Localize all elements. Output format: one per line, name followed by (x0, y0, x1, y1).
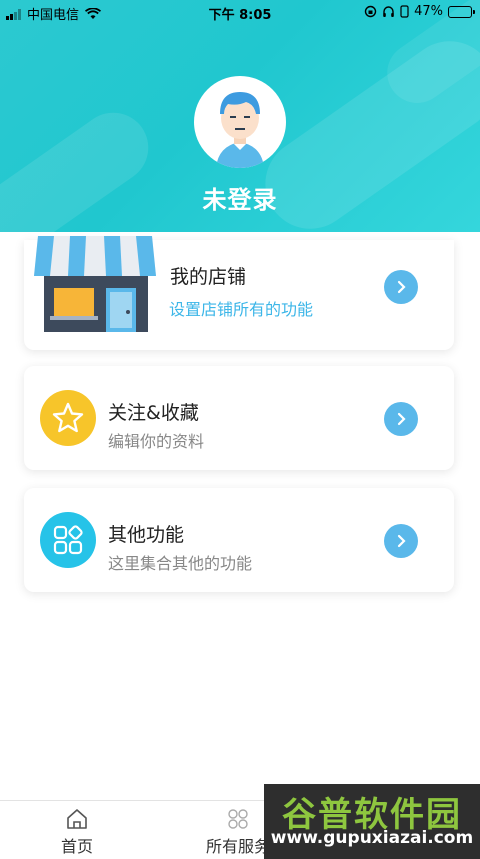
star-icon (40, 390, 96, 446)
tab-home[interactable]: 首页 (32, 807, 122, 857)
battery-percent: 47% (414, 4, 443, 19)
orientation-lock-icon (364, 5, 377, 18)
chevron-right-icon[interactable] (384, 270, 418, 304)
menu-card-follow-favorites[interactable]: 关注&收藏 编辑你的资料 (24, 366, 454, 470)
default-user-avatar-icon (216, 92, 264, 168)
menu-card-other-functions[interactable]: 其他功能 这里集合其他的功能 (24, 488, 454, 592)
watermark: 谷普软件园 www.gupuxiazai.com (264, 784, 480, 859)
services-grid-icon (228, 809, 248, 829)
card-subtitle: 设置店铺所有的功能 (169, 300, 314, 319)
battery-icon (448, 5, 475, 18)
card-title: 我的店铺 (170, 266, 247, 288)
card-subtitle: 这里集合其他的功能 (108, 554, 253, 573)
login-status[interactable]: 未登录 (0, 180, 480, 215)
apps-grid-icon (40, 512, 96, 568)
headphones-icon (383, 6, 394, 17)
home-icon (67, 809, 87, 829)
card-subtitle: 编辑你的资料 (108, 432, 205, 451)
tab-label: 所有服务 (205, 837, 270, 856)
watermark-url: www.gupuxiazai.com (270, 828, 474, 848)
card-title: 其他功能 (108, 524, 185, 546)
status-bar: 中国电信 下午 8:05 47% (0, 0, 480, 24)
store-icon (34, 236, 156, 332)
user-avatar[interactable] (194, 76, 286, 168)
menu-card-my-store[interactable]: 我的店铺 设置店铺所有的功能 (24, 236, 454, 350)
card-title: 关注&收藏 (108, 402, 199, 424)
chevron-right-icon[interactable] (384, 402, 418, 436)
tab-label: 首页 (60, 837, 93, 856)
profile-header: 中国电信 下午 8:05 47% 未登录 (0, 0, 480, 232)
chevron-right-icon[interactable] (384, 524, 418, 558)
alarm-icon (400, 5, 409, 18)
